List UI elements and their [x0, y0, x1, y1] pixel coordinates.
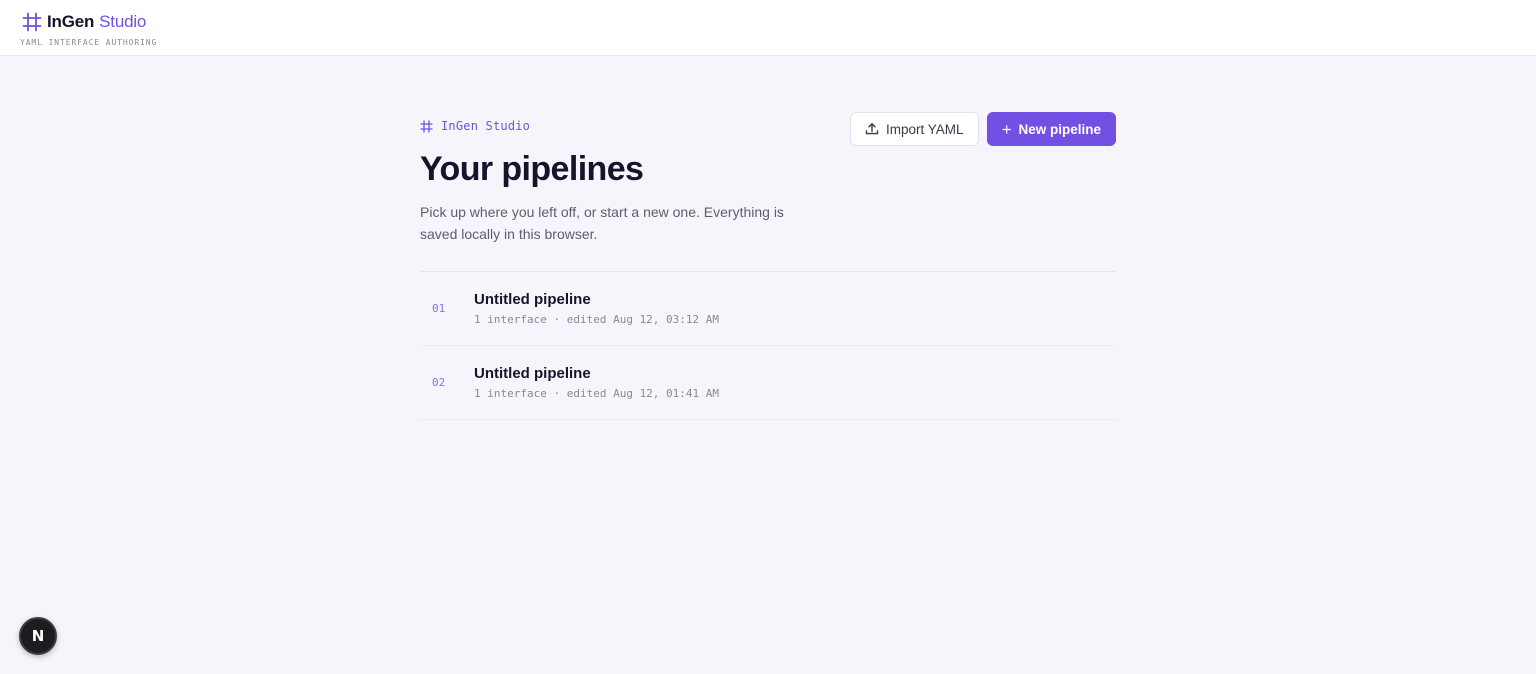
upload-icon	[865, 123, 879, 135]
page-actions: Import YAML New pipeline	[850, 112, 1116, 146]
page-title: Your pipelines	[420, 150, 644, 188]
frame-grid-icon	[420, 119, 433, 133]
brand[interactable]: InGen Studio YAML INTERFACE AUTHORING	[20, 11, 157, 47]
dev-tools-badge[interactable]: N	[19, 617, 57, 655]
pipeline-index: 01	[432, 302, 446, 315]
brand-accent: Studio	[99, 12, 147, 31]
import-yaml-label: Import YAML	[886, 121, 964, 137]
brand-tagline: YAML INTERFACE AUTHORING	[20, 38, 158, 47]
dev-badge-letter: N	[31, 627, 45, 645]
pipeline-meta: 1 interface · edited Aug 12, 03:12 AM	[474, 313, 720, 326]
pipeline-body: Untitled pipeline 1 interface · edited A…	[474, 365, 719, 400]
plus-icon	[1002, 124, 1011, 134]
brand-row: InGen Studio	[20, 11, 157, 33]
new-pipeline-label: New pipeline	[1018, 121, 1101, 137]
pipeline-index: 02	[432, 376, 446, 389]
app-header: InGen Studio YAML INTERFACE AUTHORING	[0, 0, 1536, 56]
new-pipeline-button[interactable]: New pipeline	[987, 112, 1116, 146]
pipeline-row[interactable]: 02 Untitled pipeline 1 interface · edite…	[420, 346, 1116, 420]
brand-name: InGen	[47, 12, 95, 31]
pipeline-body: Untitled pipeline 1 interface · edited A…	[474, 291, 719, 326]
pipelines-page: InGen Studio Your pipelines Pick up wher…	[420, 112, 1116, 420]
pipeline-list: 01 Untitled pipeline 1 interface · edite…	[420, 271, 1116, 420]
page-subtitle: Pick up where you left off, or start a n…	[420, 204, 784, 242]
pipeline-title: Untitled pipeline	[474, 365, 591, 382]
pipeline-meta: 1 interface · edited Aug 12, 01:41 AM	[474, 387, 720, 400]
frame-grid-icon	[22, 12, 42, 32]
eyebrow-label: InGen Studio	[441, 119, 531, 133]
pipeline-row[interactable]: 01 Untitled pipeline 1 interface · edite…	[420, 272, 1116, 346]
import-yaml-button[interactable]: Import YAML	[850, 112, 979, 146]
pipeline-title: Untitled pipeline	[474, 291, 591, 308]
